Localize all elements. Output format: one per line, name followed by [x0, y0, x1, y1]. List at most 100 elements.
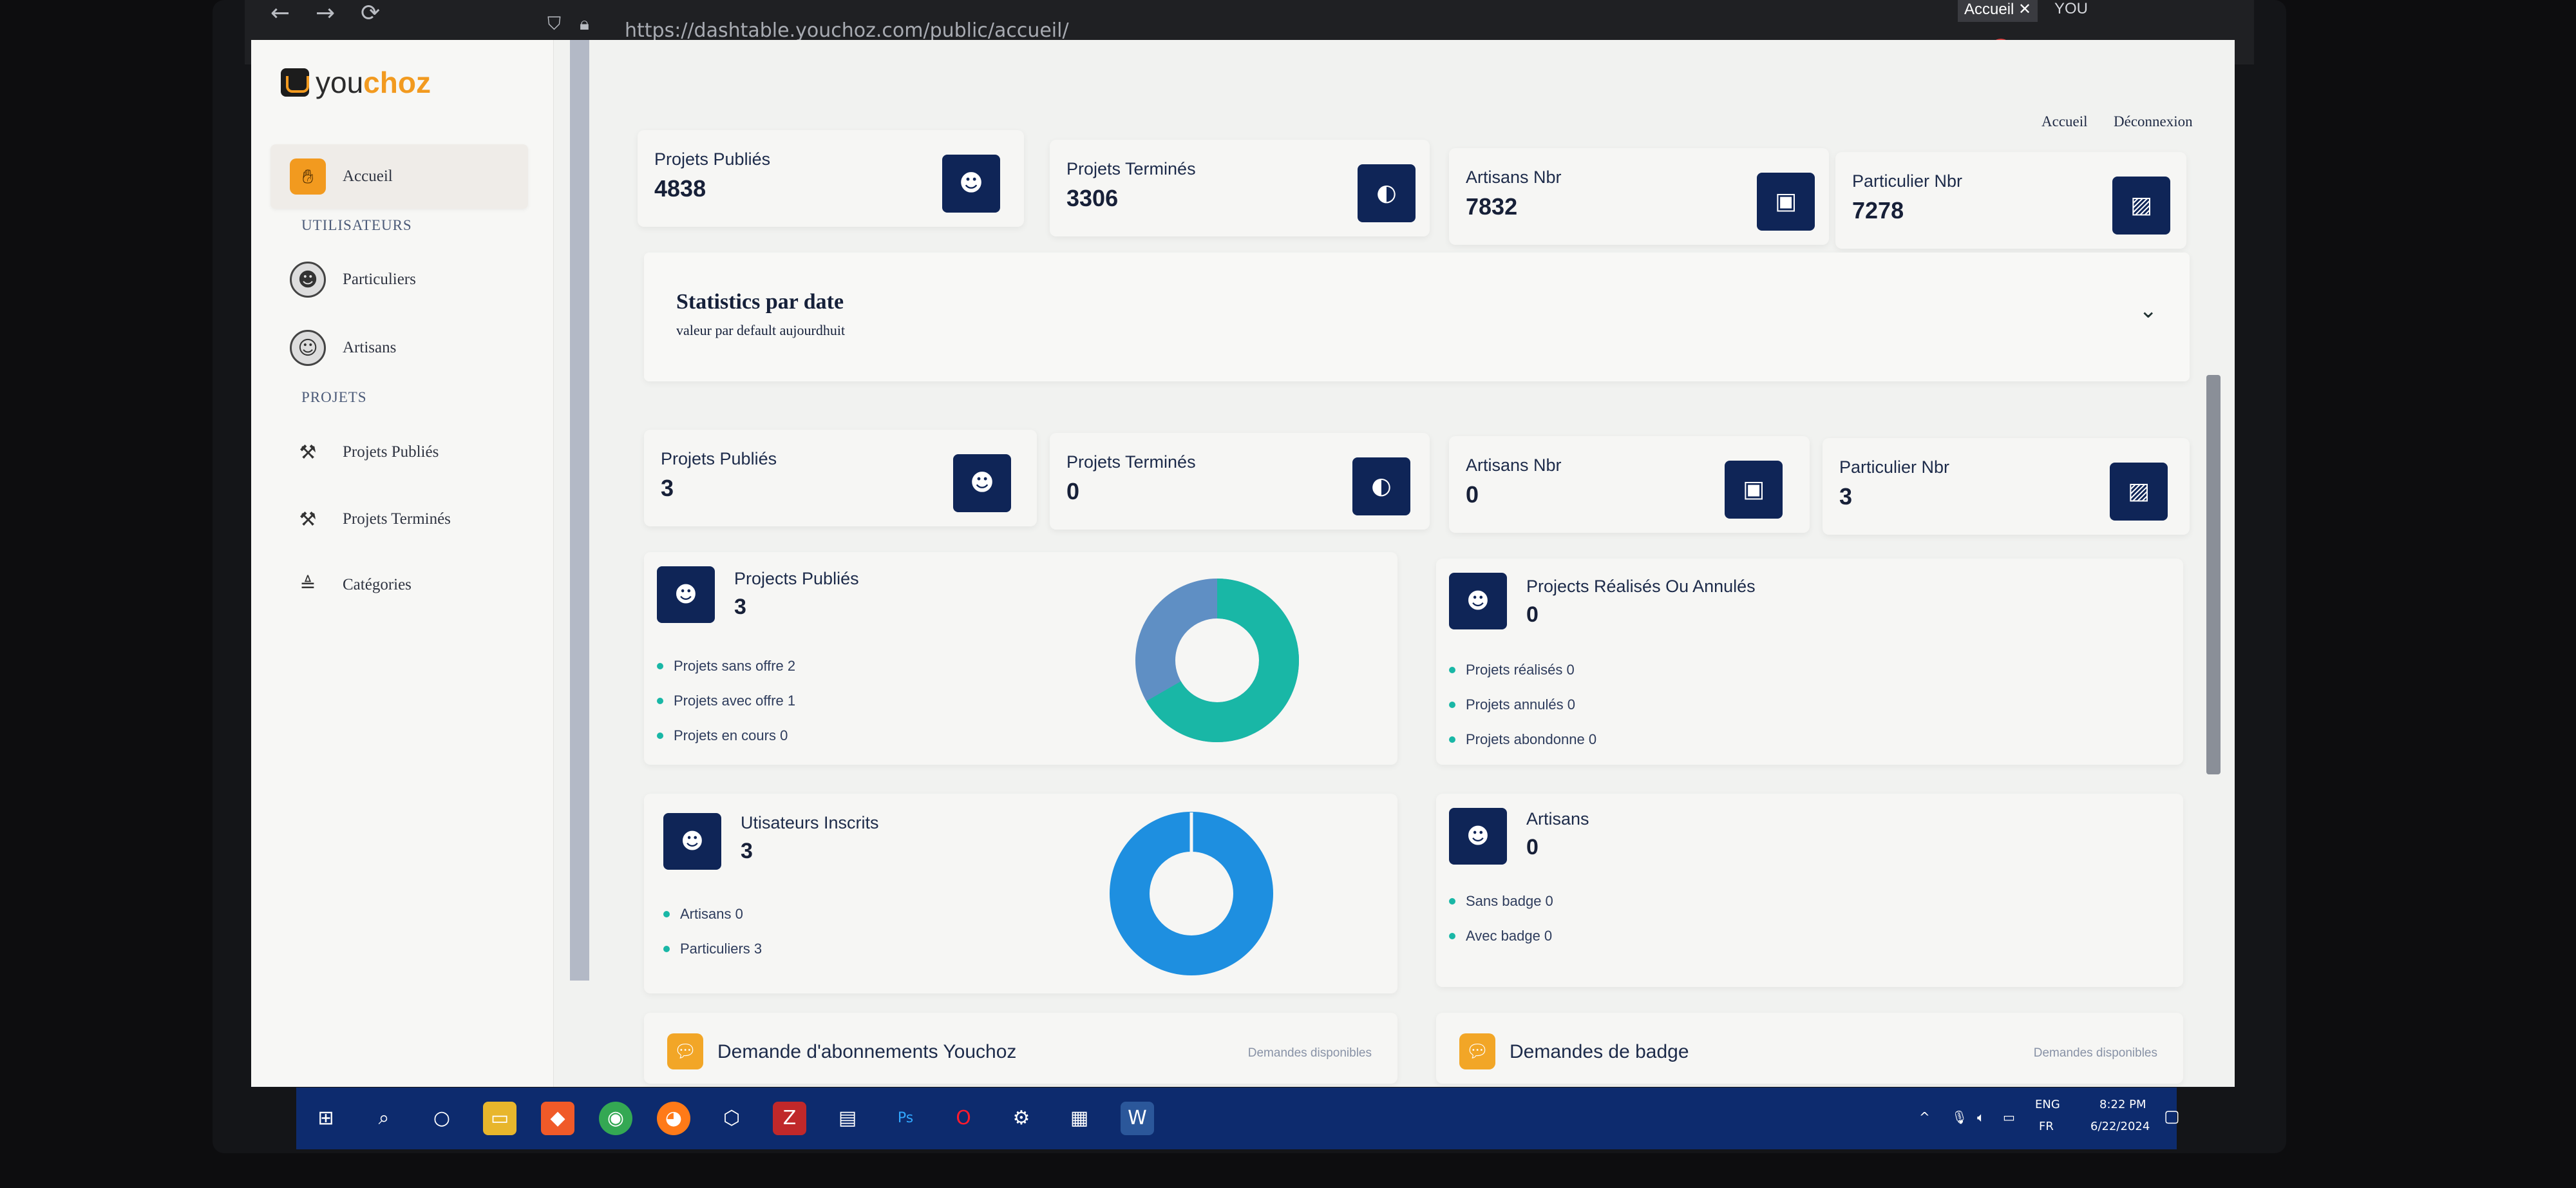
clock-date[interactable]: 6/22/2024: [2090, 1120, 2150, 1133]
id-card-icon: ▣: [1725, 461, 1783, 519]
stat-card-artisans-nbr: Artisans Nbr 7832 ▣: [1449, 148, 1829, 245]
app-window-icon[interactable]: ▤: [831, 1102, 864, 1135]
volume-icon[interactable]: 🔈︎: [1977, 1109, 1985, 1125]
file-explorer-icon[interactable]: ▭: [483, 1102, 516, 1135]
list-item: Projets abondonne 0: [1449, 722, 1596, 757]
donut-utilisateurs: [1110, 812, 1273, 975]
user-circle-icon: ☻: [1449, 573, 1507, 629]
globe-icon: ◐: [1358, 164, 1416, 222]
stat-value: 0: [1066, 478, 1080, 504]
sidebar-item-label: Particuliers: [343, 271, 416, 288]
tray-chevron-icon[interactable]: ^: [1919, 1109, 1930, 1125]
section-projets: PROJETS: [301, 389, 367, 405]
statistics-subtitle: valeur par default aujourdhuit: [676, 322, 846, 338]
card-link[interactable]: Demandes disponibles: [2034, 1046, 2157, 1060]
card-value: 3: [734, 595, 746, 619]
language-bottom[interactable]: FR: [2039, 1120, 2054, 1133]
back-icon[interactable]: ←: [270, 0, 290, 26]
list-item: Projets sans offre 2: [657, 649, 795, 684]
list-item: Projets avec offre 1: [657, 684, 795, 718]
sidebar-item-projets-publies[interactable]: ⚒ Projets Publiés: [270, 420, 528, 484]
chat-icon: 💬︎: [1459, 1033, 1495, 1069]
section-utilisateurs: UTILISATEURS: [301, 217, 412, 233]
card-artisans: ☻ Artisans 0 Sans badge 0 Avec badge 0: [1436, 794, 2183, 987]
hand-icon: ✋︎: [290, 158, 326, 195]
word-icon[interactable]: W: [1121, 1102, 1154, 1135]
photoshop-icon[interactable]: Ps: [889, 1102, 922, 1135]
windows-start-icon[interactable]: ⊞: [309, 1102, 343, 1135]
address-bar[interactable]: ⛉ 🔒︎ https://dashtable.youchoz.com/publi…: [547, 4, 1513, 42]
steam-icon[interactable]: ⚙: [1005, 1102, 1038, 1135]
sidebar: youchoz ✋︎ Accueil UTILISATEURS ☻ Partic…: [251, 40, 554, 1087]
reload-icon[interactable]: ⟳: [361, 0, 380, 26]
app-grid-icon[interactable]: ▦: [1063, 1102, 1096, 1135]
card-value: 0: [1526, 602, 1539, 627]
app-hexagon-icon[interactable]: ⬡: [715, 1102, 748, 1135]
card-value: 3: [741, 839, 753, 863]
user-circle-icon: ☻: [953, 454, 1011, 512]
donut-projects-publies: [1135, 579, 1299, 742]
card-title: Demandes de badge: [1510, 1041, 1689, 1062]
brave-icon[interactable]: ◆: [541, 1102, 574, 1135]
sidebar-item-label: Accueil: [343, 168, 393, 185]
card-demandes-badge[interactable]: 💬︎ Demandes de badge Demandes disponible…: [1436, 1013, 2183, 1084]
firefox-icon[interactable]: ◕: [657, 1102, 690, 1135]
statistics-accordion[interactable]: Statistics par date valeur par default a…: [644, 253, 2190, 381]
sidebar-item-particuliers[interactable]: ☻ Particuliers: [270, 247, 528, 312]
list-item: Projets en cours 0: [657, 718, 795, 753]
card-projects-publies: ☻ Projects Publiés 3 Projets sans offre …: [644, 552, 1397, 765]
sidebar-scrollbar[interactable]: [570, 40, 589, 981]
hammer-icon: ⚒: [299, 508, 317, 531]
chevron-down-icon[interactable]: ⌄: [2139, 298, 2158, 323]
date-stat-card-projets-termines: Projets Terminés 0 ◐: [1050, 433, 1430, 530]
categories-icon: ≜: [299, 573, 316, 597]
header-link-deconnexion[interactable]: Déconnexion: [2114, 113, 2193, 130]
stat-label: Artisans Nbr: [1466, 455, 1562, 475]
stat-label: Artisans Nbr: [1466, 168, 1562, 187]
card-breakdown-list: Artisans 0 Particuliers 3: [663, 897, 762, 966]
statistics-title: Statistics par date: [676, 290, 844, 314]
card-title: Demande d'abonnements Youchoz: [717, 1041, 1017, 1062]
hammer-icon: ⚒: [299, 441, 317, 464]
sidebar-item-accueil[interactable]: ✋︎ Accueil: [270, 144, 528, 209]
clock-time[interactable]: 8:22 PM: [2099, 1098, 2146, 1111]
search-icon[interactable]: ⌕: [367, 1102, 401, 1135]
card-demande-abonnements[interactable]: 💬︎ Demande d'abonnements Youchoz Demande…: [644, 1013, 1397, 1084]
sidebar-item-label: Catégories: [343, 576, 412, 593]
language-top[interactable]: ENG: [2035, 1098, 2060, 1111]
date-stat-card-artisans-nbr: Artisans Nbr 0 ▣: [1449, 436, 1810, 533]
sidebar-item-label: Projets Publiés: [343, 443, 439, 461]
notifications-icon[interactable]: ▢: [2164, 1107, 2180, 1126]
sidebar-item-artisans[interactable]: ☺ Artisans: [270, 316, 528, 380]
card-link[interactable]: Demandes disponibles: [1248, 1046, 1372, 1060]
worker-icon: ☺: [290, 330, 326, 366]
sidebar-item-categories[interactable]: ≜ Catégories: [270, 553, 528, 617]
taskbar: ⊞ ⌕ ○ ▭ ◆ ◉ ◕ ⬡ Z ▤ Ps O ⚙ ▦ W ^ 🎙︎ 🔈︎ ▭…: [296, 1087, 2180, 1149]
tab-you[interactable]: YOU: [2048, 0, 2094, 22]
card-title: Artisans: [1526, 809, 1589, 829]
globe-icon: ◐: [1352, 457, 1410, 515]
network-icon[interactable]: ▭: [2003, 1109, 2015, 1125]
header-link-accueil[interactable]: Accueil: [2041, 113, 2088, 130]
mic-icon[interactable]: 🎙︎: [1951, 1109, 1967, 1125]
card-utilisateurs-inscrits: ☻ Utisateurs Inscrits 3 Artisans 0 Parti…: [644, 794, 1397, 993]
logo[interactable]: youchoz: [281, 63, 431, 102]
stat-card-projets-termines: Projets Terminés 3306 ◐: [1050, 140, 1430, 236]
stat-label: Projets Publiés: [661, 449, 777, 468]
sidebar-item-projets-termines[interactable]: ⚒ Projets Terminés: [270, 487, 528, 551]
user-icon: ☻: [290, 262, 326, 298]
opera-icon[interactable]: O: [947, 1102, 980, 1135]
stat-label: Particulier Nbr: [1839, 457, 1950, 477]
filezilla-icon[interactable]: Z: [773, 1102, 806, 1135]
chrome-icon[interactable]: ◉: [599, 1102, 632, 1135]
task-view-icon[interactable]: ○: [425, 1102, 459, 1135]
page-scrollbar[interactable]: [2206, 375, 2221, 774]
tab-accueil[interactable]: Accueil ✕: [1958, 0, 2038, 22]
id-card-icon: ▣: [1757, 173, 1815, 231]
forward-icon[interactable]: →: [316, 0, 335, 26]
image-icon: ▨: [2110, 463, 2168, 521]
user-circle-icon: ☻: [663, 813, 721, 870]
sidebar-item-label: Projets Terminés: [343, 510, 451, 528]
card-breakdown-list: Projets sans offre 2 Projets avec offre …: [657, 649, 795, 753]
list-item: Projets annulés 0: [1449, 687, 1596, 722]
